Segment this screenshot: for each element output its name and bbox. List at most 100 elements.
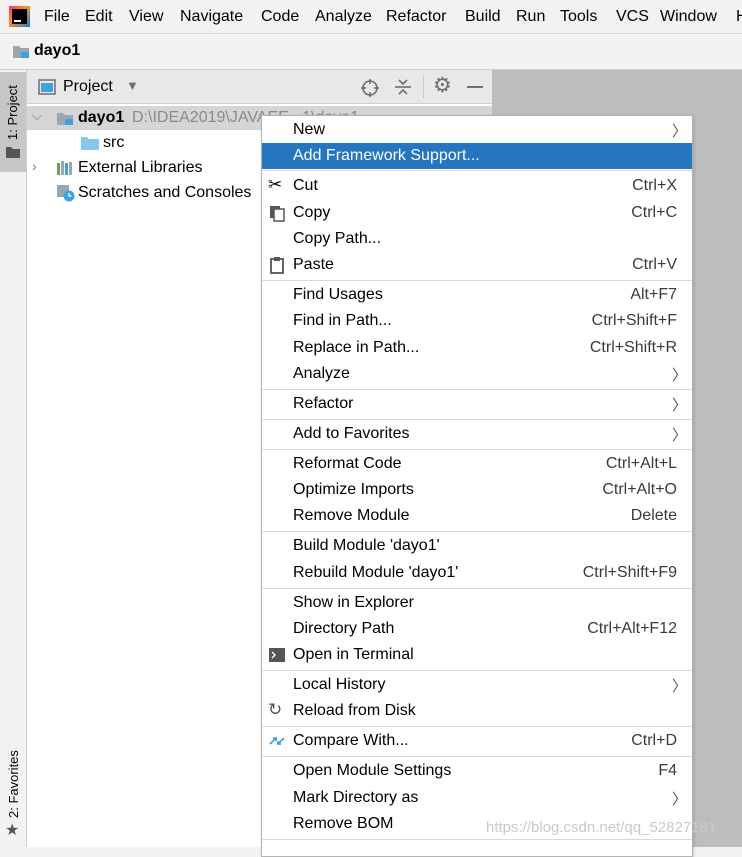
menu-item-copy[interactable]: Copy Ctrl+C: [262, 200, 692, 226]
menu-item-label: Optimize Imports: [293, 481, 414, 498]
menu-item-cut[interactable]: ✂ Cut Ctrl+X: [262, 173, 692, 199]
menu-item-add-to-favorites[interactable]: Add to Favorites 〉: [262, 421, 692, 447]
menu-item-find-usages[interactable]: Find Usages Alt+F7: [262, 282, 692, 308]
menu-item-analyze[interactable]: Analyze 〉: [262, 361, 692, 387]
menu-item-shortcut: Ctrl+Alt+L: [605, 455, 677, 472]
project-tool-tab[interactable]: 1: Project: [0, 72, 26, 172]
chevron-right-icon[interactable]: ›: [32, 158, 37, 174]
breadcrumb-project[interactable]: dayo1: [34, 42, 80, 60]
copy-icon: [270, 206, 285, 222]
minimize-icon[interactable]: [467, 86, 483, 88]
menu-item-open-in-terminal[interactable]: Open in Terminal: [262, 642, 692, 668]
intellij-logo-icon: [9, 6, 30, 27]
menu-separator: [262, 531, 692, 532]
menu-bar: File Edit View Navigate Code Analyze Ref…: [0, 0, 742, 34]
menu-item-label: Directory Path: [293, 620, 395, 637]
menu-item-replace-in-path[interactable]: Replace in Path... Ctrl+Shift+R: [262, 335, 692, 361]
menu-item-shortcut: Ctrl+X: [632, 177, 677, 194]
menu-item-label: Local History: [293, 676, 386, 693]
menu-separator: [262, 588, 692, 589]
menu-item-shortcut: Ctrl+Shift+F: [591, 312, 677, 329]
module-folder-icon: [13, 46, 29, 58]
menu-item-copy-path[interactable]: Copy Path...: [262, 226, 692, 252]
menu-item-label: Reload from Disk: [293, 702, 416, 719]
menu-item-remove-module[interactable]: Remove Module Delete: [262, 503, 692, 529]
menu-item-label: Copy Path...: [293, 230, 382, 247]
chevron-down-icon[interactable]: ▼: [126, 78, 139, 93]
tree-root-name: dayo1: [78, 109, 125, 126]
chevron-right-icon: 〉: [671, 397, 687, 414]
menu-item-shortcut: Ctrl+C: [631, 204, 677, 221]
menu-item-label: Analyze: [293, 365, 350, 382]
menu-refactor[interactable]: Refactor: [386, 8, 446, 26]
menu-item-label: Reformat Code: [293, 455, 402, 472]
menu-vcs[interactable]: VCS: [616, 8, 649, 26]
menu-item-shortcut: Ctrl+Alt+O: [602, 481, 677, 498]
menu-item-reload-from-disk[interactable]: ↻ Reload from Disk: [262, 698, 692, 724]
menu-help[interactable]: H: [736, 8, 742, 26]
menu-item-label: Paste: [293, 256, 334, 273]
scratches-icon: [57, 185, 75, 202]
chevron-right-icon: 〉: [671, 367, 687, 384]
menu-separator: [262, 839, 692, 840]
menu-item-directory-path[interactable]: Directory Path Ctrl+Alt+F12: [262, 616, 692, 642]
menu-separator: [262, 280, 692, 281]
menu-item-label: Remove Module: [293, 507, 410, 524]
menu-item-show-in-explorer[interactable]: Show in Explorer: [262, 590, 692, 616]
locate-target-icon[interactable]: [361, 79, 379, 97]
menu-window[interactable]: Window: [660, 8, 717, 26]
project-view-icon: [38, 79, 56, 95]
menu-item-label: Find Usages: [293, 286, 383, 303]
menu-item-label: Refactor: [293, 395, 354, 412]
menu-item-shortcut: Ctrl+Shift+R: [589, 339, 677, 356]
menu-analyze[interactable]: Analyze: [315, 8, 372, 26]
tree-external-libraries-label: External Libraries: [78, 159, 203, 176]
menu-item-shortcut: Alt+F7: [630, 286, 677, 303]
menu-item-local-history[interactable]: Local History 〉: [262, 672, 692, 698]
left-tool-strip: [0, 70, 27, 847]
compare-arrows-icon: [269, 737, 285, 745]
gear-icon[interactable]: ⚙: [433, 73, 452, 98]
menu-item-rebuild-module[interactable]: Rebuild Module 'dayo1' Ctrl+Shift+F9: [262, 560, 692, 586]
menu-item-label: Add Framework Support...: [293, 147, 480, 164]
menu-item-new[interactable]: New 〉: [262, 117, 692, 143]
menu-item-label: Remove BOM: [293, 815, 394, 832]
menu-navigate[interactable]: Navigate: [180, 8, 243, 26]
menu-separator: [262, 389, 692, 390]
menu-separator: [262, 726, 692, 727]
menu-item-label: Show in Explorer: [293, 594, 414, 611]
menu-build[interactable]: Build: [465, 8, 501, 26]
menu-separator: [262, 449, 692, 450]
menu-separator: [262, 756, 692, 757]
menu-item-shortcut: Delete: [630, 507, 677, 524]
project-view-title[interactable]: Project: [63, 78, 113, 96]
menu-item-label: Build Module 'dayo1': [293, 537, 440, 554]
menu-tools[interactable]: Tools: [560, 8, 597, 26]
chevron-right-icon: 〉: [671, 123, 687, 140]
menu-item-add-framework-support[interactable]: Add Framework Support...: [262, 143, 692, 169]
menu-item-build-module[interactable]: Build Module 'dayo1': [262, 533, 692, 559]
menu-separator: [262, 670, 692, 671]
menu-edit[interactable]: Edit: [85, 8, 113, 26]
collapse-all-icon[interactable]: [394, 78, 412, 96]
menu-view[interactable]: View: [129, 8, 163, 26]
menu-item-reformat-code[interactable]: Reformat Code Ctrl+Alt+L: [262, 451, 692, 477]
menu-item-label: Replace in Path...: [293, 339, 420, 356]
favorites-tab-label: 2: Favorites: [6, 750, 21, 818]
menu-item-refactor[interactable]: Refactor 〉: [262, 391, 692, 417]
menu-code[interactable]: Code: [261, 8, 299, 26]
menu-item-compare-with[interactable]: Compare With... Ctrl+D: [262, 728, 692, 754]
source-folder-icon: [81, 137, 99, 150]
menu-item-find-in-path[interactable]: Find in Path... Ctrl+Shift+F: [262, 308, 692, 334]
menu-item-open-module-settings[interactable]: Open Module Settings F4: [262, 758, 692, 784]
menu-item-optimize-imports[interactable]: Optimize Imports Ctrl+Alt+O: [262, 477, 692, 503]
menu-file[interactable]: File: [44, 8, 70, 26]
menu-run[interactable]: Run: [516, 8, 545, 26]
menu-item-mark-directory-as[interactable]: Mark Directory as 〉: [262, 785, 692, 811]
favorites-tool-tab[interactable]: 2: Favorites ★: [0, 744, 26, 844]
menu-item-shortcut: Ctrl+V: [632, 256, 677, 273]
menu-item-shortcut: Ctrl+Alt+F12: [587, 620, 677, 637]
menu-item-paste[interactable]: Paste Ctrl+V: [262, 252, 692, 278]
terminal-icon: [269, 648, 285, 662]
expand-arrow-icon[interactable]: ⌵: [32, 108, 42, 124]
